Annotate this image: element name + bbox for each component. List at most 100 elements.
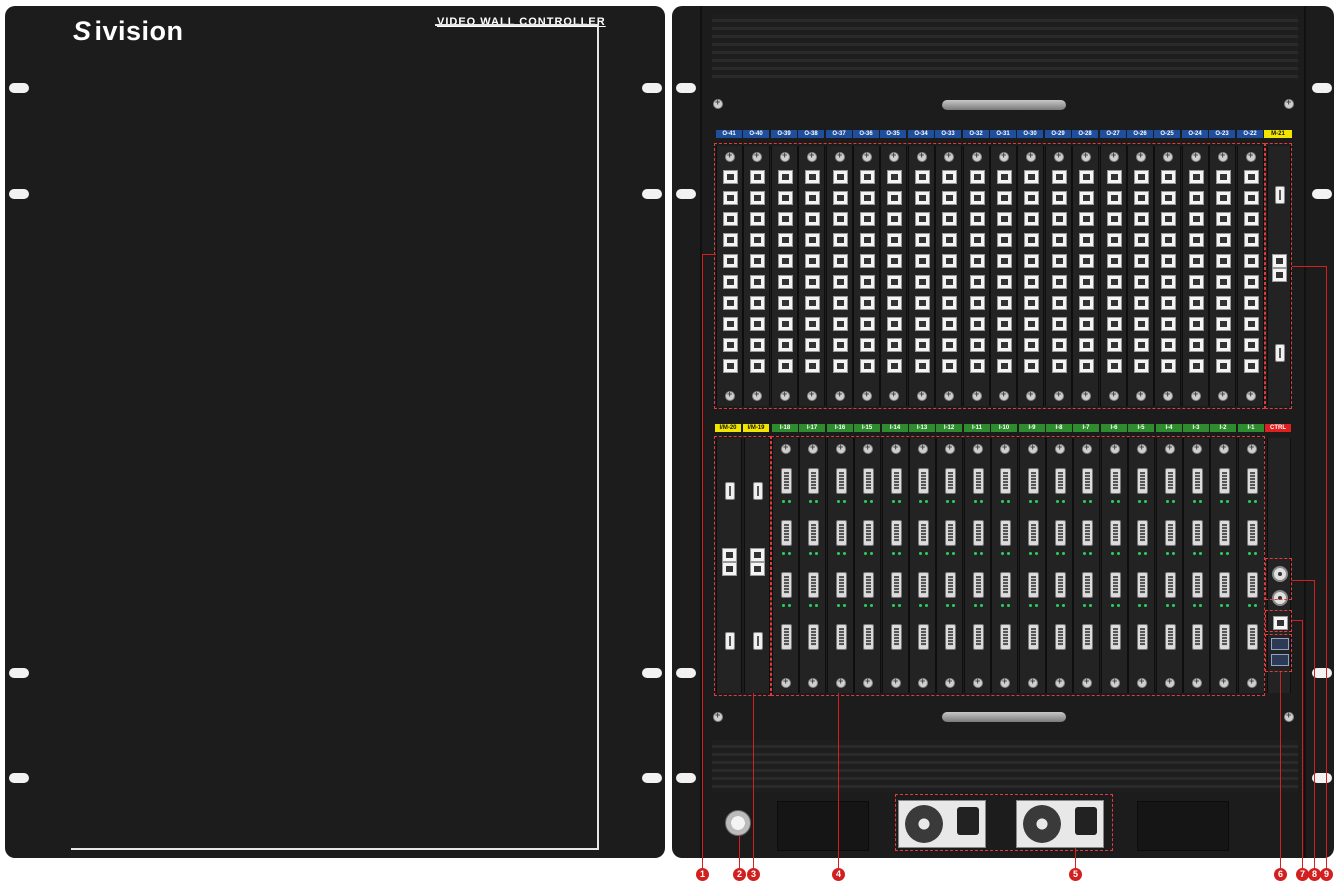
rack-ear-slot	[676, 189, 696, 199]
lan-box	[1265, 610, 1292, 632]
leader-line	[1280, 672, 1281, 868]
callout-9: 9	[1320, 868, 1333, 881]
rack-ear-slot	[1312, 83, 1332, 93]
front-frame-line	[71, 848, 599, 850]
input-slot-label: I-8	[1046, 424, 1072, 432]
screw-icon	[1284, 710, 1294, 722]
front-frame-line	[597, 24, 599, 850]
leader-line	[702, 254, 716, 255]
output-slot-label: O-23	[1209, 130, 1235, 138]
output-slot-label: O-28	[1072, 130, 1098, 138]
input-module-box	[714, 436, 771, 696]
rack-ear-slot	[642, 773, 662, 783]
rack-ear-slot	[9, 189, 29, 199]
top-vent	[712, 14, 1298, 80]
blank-plate	[777, 801, 869, 851]
input-slot-label: I-12	[936, 424, 962, 432]
input-slot-label: I-4	[1156, 424, 1182, 432]
input-slot-label: I-13	[909, 424, 935, 432]
bottom-vent	[712, 740, 1298, 792]
rack-ear-slot	[1312, 668, 1332, 678]
output-slot-label: O-25	[1154, 130, 1180, 138]
callout-4: 4	[832, 868, 845, 881]
rack-ear-slot	[642, 83, 662, 93]
output-module-label: M-21	[1264, 130, 1292, 138]
blank-plate	[1137, 801, 1229, 851]
input-slot-label: I-3	[1183, 424, 1209, 432]
input-slot-label: I-17	[799, 424, 825, 432]
leader-line	[739, 836, 740, 868]
rack-ear-slot	[676, 83, 696, 93]
rack-ear-slot	[9, 668, 29, 678]
output-slot-label: O-32	[963, 130, 989, 138]
bottom-handle[interactable]	[942, 712, 1066, 722]
rack-ear-slot	[9, 773, 29, 783]
power-switch[interactable]	[725, 810, 751, 836]
input-slot-label: I-18	[772, 424, 798, 432]
output-slot-label: O-24	[1182, 130, 1208, 138]
output-slot-label: O-39	[771, 130, 797, 138]
psu-box	[895, 794, 1113, 851]
output-module-box	[1265, 143, 1292, 409]
front-frame-line	[435, 24, 599, 26]
top-handle[interactable]	[942, 100, 1066, 110]
front-panel: Sivision VIDEO WALL CONTROLLER	[5, 6, 665, 858]
output-slot-label: O-31	[990, 130, 1016, 138]
input-slot-label: I-15	[854, 424, 880, 432]
output-slot-label: O-30	[1017, 130, 1043, 138]
leader-line	[702, 254, 703, 868]
rack-ear-slot	[676, 773, 696, 783]
rack-ear-slot	[642, 668, 662, 678]
output-slot-label: O-22	[1237, 130, 1263, 138]
callout-1: 1	[696, 868, 709, 881]
rack-ear-slot	[676, 668, 696, 678]
output-slot-label: O-26	[1127, 130, 1153, 138]
screw-icon	[1284, 97, 1294, 109]
output-slot-label: O-29	[1045, 130, 1071, 138]
output-slot-label: O-27	[1100, 130, 1126, 138]
output-slot-label: O-36	[853, 130, 879, 138]
input-slot-label: I-7	[1073, 424, 1099, 432]
callout-3: 3	[747, 868, 760, 881]
serial-box	[1265, 634, 1292, 672]
input-module-label: I/M-20	[715, 424, 741, 432]
callout-6: 6	[1274, 868, 1287, 881]
callout-2: 2	[733, 868, 746, 881]
brand-name: ivision	[94, 16, 184, 46]
leader-line	[1292, 580, 1314, 581]
leader-line	[838, 693, 839, 868]
model-label: VIDEO WALL CONTROLLER	[437, 16, 606, 28]
input-slot-label: I-2	[1210, 424, 1236, 432]
rail	[1304, 6, 1306, 858]
input-slot-label: I-1	[1238, 424, 1264, 432]
bnc-box	[1265, 558, 1292, 600]
brand-logo: Sivision	[73, 16, 184, 47]
leader-line	[1292, 620, 1302, 621]
output-slot-label: O-38	[798, 130, 824, 138]
input-slot-label: I-10	[991, 424, 1017, 432]
input-slot-label: I-14	[882, 424, 908, 432]
output-cards-box	[714, 143, 1265, 409]
brand-mark-icon: S	[73, 16, 92, 46]
input-slot-label: I-5	[1128, 424, 1154, 432]
input-slot-label: I-9	[1019, 424, 1045, 432]
output-slot-label: O-41	[716, 130, 742, 138]
output-slot-label: O-35	[880, 130, 906, 138]
output-slot-label: O-33	[935, 130, 961, 138]
screw-icon	[713, 710, 723, 722]
leader-line	[1292, 266, 1326, 267]
ctrl-label: CTRL	[1265, 424, 1291, 432]
leader-line	[1326, 266, 1327, 868]
input-slot-label: I-6	[1101, 424, 1127, 432]
screw-icon	[713, 97, 723, 109]
leader-line	[1314, 580, 1315, 868]
rack-ear-slot	[1312, 189, 1332, 199]
callout-5: 5	[1069, 868, 1082, 881]
input-slot-label: I-16	[827, 424, 853, 432]
input-slot-label: I-11	[964, 424, 990, 432]
output-slot-label: O-37	[826, 130, 852, 138]
rack-ear-slot	[1312, 773, 1332, 783]
input-module-label: I/M-19	[743, 424, 769, 432]
input-cards-box	[771, 436, 1265, 696]
leader-line	[1302, 620, 1303, 868]
